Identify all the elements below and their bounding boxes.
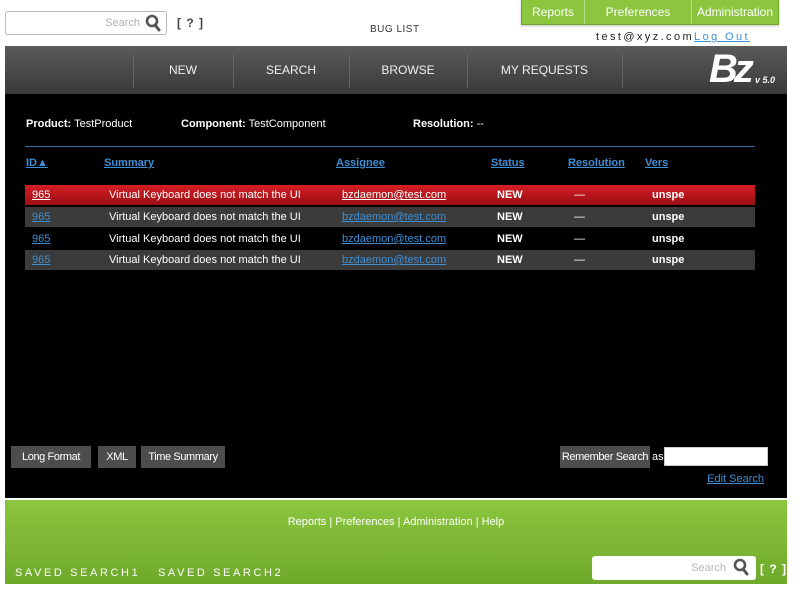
time-summary-button[interactable]: Time Summary (141, 446, 225, 468)
bug-resolution: — (574, 233, 585, 245)
bug-status: NEW (497, 254, 523, 266)
footer-links: Reports | Preferences | Administration |… (5, 516, 787, 528)
assignee-link[interactable]: bzdaemon@test.com (342, 211, 446, 223)
resolution-label: Resolution: (413, 118, 474, 130)
bug-version: unspe (652, 254, 685, 266)
footer-search-placeholder: Search (691, 562, 726, 574)
bug-summary: Virtual Keyboard does not match the UI (109, 233, 301, 245)
bug-summary: Virtual Keyboard does not match the UI (109, 254, 301, 266)
long-format-button[interactable]: Long Format (11, 446, 91, 468)
table-row[interactable]: 965 Virtual Keyboard does not match the … (25, 185, 755, 205)
product-value: TestProduct (74, 118, 133, 130)
bug-version: unspe (652, 233, 685, 245)
saved-search-1[interactable]: SAVED SEARCH1 (15, 567, 140, 579)
page-title: BUG LIST (370, 24, 420, 35)
bug-id-link[interactable]: 965 (32, 233, 50, 245)
top-nav-preferences[interactable]: Preferences (585, 0, 692, 24)
assignee-link[interactable]: bzdaemon@test.com (342, 254, 446, 266)
remember-search-name-input[interactable] (664, 447, 768, 466)
top-bar: Search [ ? ] BUG LIST Reports Preference… (0, 0, 800, 46)
search-placeholder: Search (105, 17, 140, 29)
top-nav-reports[interactable]: Reports (522, 0, 585, 24)
bug-id-link[interactable]: 965 (32, 211, 50, 223)
meta-divider (25, 146, 755, 147)
nav-my-requests[interactable]: MY REQUESTS (467, 46, 622, 94)
footer-link-help[interactable]: Help (482, 516, 505, 528)
assignee-link[interactable]: bzdaemon@test.com (342, 233, 446, 245)
xml-button[interactable]: XML (98, 446, 136, 468)
footer: Reports | Preferences | Administration |… (5, 500, 787, 584)
logo-text: Bz (709, 47, 754, 91)
bug-list-panel: Product: TestProduct Component: TestComp… (5, 94, 787, 498)
bug-resolution: — (574, 211, 585, 223)
footer-link-administration[interactable]: Administration (403, 516, 473, 528)
bz-logo: Bz v 5.0 (709, 47, 775, 91)
nav-search[interactable]: SEARCH (233, 46, 349, 94)
component-meta: Component: TestComponent (181, 118, 326, 130)
search-input[interactable]: Search (5, 11, 167, 35)
footer-link-reports[interactable]: Reports (288, 516, 327, 528)
bug-resolution: — (574, 189, 585, 201)
footer-link-preferences[interactable]: Preferences (335, 516, 394, 528)
bug-status: NEW (497, 233, 523, 245)
search-icon[interactable] (144, 14, 162, 32)
top-nav-administration[interactable]: Administration (692, 0, 778, 24)
bug-version: unspe (652, 189, 685, 201)
bug-summary: Virtual Keyboard does not match the UI (109, 189, 301, 201)
table-row[interactable]: 965 Virtual Keyboard does not match the … (25, 229, 755, 249)
column-header-status[interactable]: Status (491, 157, 525, 169)
column-header-id[interactable]: ID▲ (26, 157, 48, 169)
footer-separator: | (472, 516, 482, 528)
user-line: test@xyz.comLog Out (596, 31, 750, 43)
bug-version: unspe (652, 211, 685, 223)
bug-resolution: — (574, 254, 585, 266)
column-header-resolution[interactable]: Resolution (568, 157, 625, 169)
component-label: Component: (181, 118, 246, 130)
saved-searches: SAVED SEARCH1 SAVED SEARCH2 (15, 567, 295, 579)
as-label: as (652, 451, 664, 463)
edit-search-link[interactable]: Edit Search (707, 473, 764, 485)
top-nav: Reports Preferences Administration (521, 0, 779, 25)
logo-version: v 5.0 (754, 75, 775, 85)
footer-separator: | (326, 516, 336, 528)
logout-link[interactable]: Log Out (694, 31, 750, 43)
help-link[interactable]: [ ? ] (177, 16, 204, 30)
remember-search-button[interactable]: Remember Search (560, 446, 650, 468)
main-nav: NEW SEARCH BROWSE MY REQUESTS Bz v 5.0 (5, 46, 787, 94)
table-row[interactable]: 965 Virtual Keyboard does not match the … (25, 250, 755, 270)
product-meta: Product: TestProduct (26, 118, 132, 130)
bug-id-link[interactable]: 965 (32, 189, 50, 201)
nav-divider (622, 54, 623, 88)
footer-separator: | (394, 516, 403, 528)
user-email: test@xyz.com (596, 31, 695, 43)
bug-summary: Virtual Keyboard does not match the UI (109, 211, 301, 223)
column-header-version[interactable]: Vers (645, 157, 668, 169)
footer-help-link[interactable]: [ ? ] (760, 562, 787, 576)
component-value: TestComponent (248, 118, 326, 130)
search-icon[interactable] (732, 558, 750, 576)
nav-new[interactable]: NEW (133, 46, 233, 94)
column-header-assignee[interactable]: Assignee (336, 157, 385, 169)
table-row[interactable]: 965 Virtual Keyboard does not match the … (25, 207, 755, 227)
nav-browse[interactable]: BROWSE (349, 46, 467, 94)
product-label: Product: (26, 118, 72, 130)
footer-search-input[interactable]: Search (592, 556, 756, 580)
bug-id-link[interactable]: 965 (32, 254, 50, 266)
column-header-summary[interactable]: Summary (104, 157, 154, 169)
resolution-meta: Resolution: -- (413, 118, 484, 130)
resolution-value: -- (476, 118, 484, 130)
assignee-link[interactable]: bzdaemon@test.com (342, 189, 446, 201)
bug-status: NEW (497, 189, 523, 201)
saved-search-2[interactable]: SAVED SEARCH2 (158, 567, 283, 579)
bug-status: NEW (497, 211, 523, 223)
